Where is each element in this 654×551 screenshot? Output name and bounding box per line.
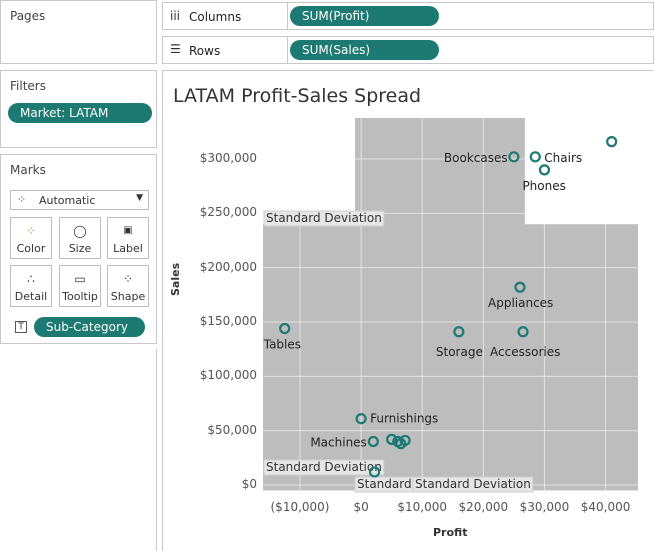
x-tick-label: $0 <box>353 500 369 514</box>
x-tick-label: $20,000 <box>458 500 509 514</box>
x-axis-ticks: ($10,000) $0 $10,000 $20,000 $30,000 $40,000 <box>0 0 654 551</box>
x-tick-label: ($10,000) <box>270 500 330 514</box>
x-tick-label: $40,000 <box>580 500 631 514</box>
x-tick-label: $10,000 <box>397 500 448 514</box>
x-tick-label: $30,000 <box>519 500 570 514</box>
